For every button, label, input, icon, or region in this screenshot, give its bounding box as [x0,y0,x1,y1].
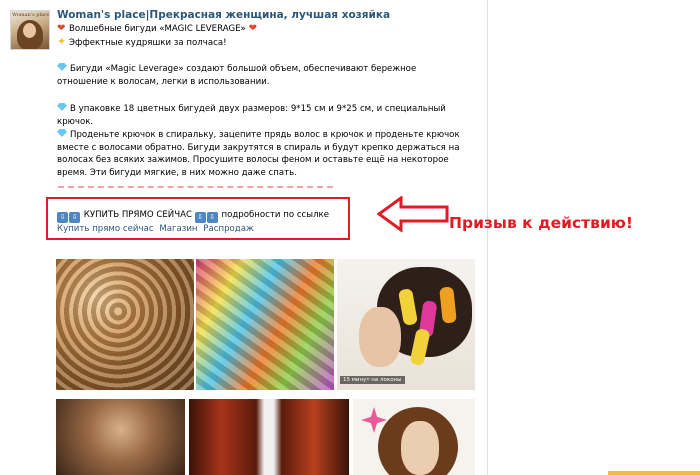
arrow-down-icon: ⇩ [206,212,218,223]
heart-icon: ❤ [57,23,66,34]
paragraph-2-text: В упаковке 18 цветных бигудей двух разме… [57,104,446,127]
post-feed: Woman's place Woman's place|Прекрасная ж… [0,0,488,475]
photo-colorful-curlers[interactable] [196,259,334,390]
arrow-down-icon: ⇩ [69,212,80,223]
cta-details-text: подробности по ссылке [221,210,330,220]
corner-bar [608,471,700,475]
community-avatar[interactable]: Woman's place [10,10,50,50]
post-author-title[interactable]: Woman's place|Прекрасная женщина, лучшая… [57,9,390,21]
cta-hashtag-links: Купить прямо сейчас Магазин Распродаж [57,224,257,234]
arrow-down-icon: ⇩ [194,212,206,223]
paragraph-1-text: Бигуди «Magic Leverage» создают большой … [57,64,417,87]
cta-line: ⇩ ⇩ КУПИТЬ ПРЯМО СЕЙЧАС ⇩ ⇩ подробности по… [57,210,329,223]
call-to-action-callout: Призыв к действию! [449,214,633,232]
diamond-icon [57,63,67,71]
callout-arrow-icon [377,196,449,232]
link-sale[interactable]: Распродаж [203,224,253,234]
diamond-icon [57,103,67,111]
link-buy-now[interactable]: Купить прямо сейчас [57,224,154,234]
photo-woman-with-flower[interactable] [353,399,475,475]
dashed-divider [58,186,333,188]
photo-red-hair[interactable] [189,399,349,475]
cta-buy-now-text: КУПИТЬ ПРЯМО СЕЙЧАС [83,210,192,220]
avatar-face [23,23,36,38]
photo-caption: 15 минут на локоны [340,376,405,384]
paragraph-3-text: Проденьте крючок в спиральку, зацепите п… [57,130,460,178]
heart-icon: ❤ [248,23,257,34]
photo-face [359,307,401,367]
arrow-down-icon: ⇩ [57,212,68,223]
sparkle-icon: ✦ [57,35,67,48]
photo-woman-with-curlers[interactable]: 15 минут на локоны [337,259,475,390]
avatar-caption: Woman's place [12,12,50,18]
post-paragraph-2: В упаковке 18 цветных бигудей двух разме… [57,103,467,128]
post-paragraph-3: Проденьте крючок в спиральку, зацепите п… [57,129,467,179]
photo-face [401,421,439,475]
post-line-1-text: Волшебные бигуди «MAGIC LEVERAGE» [69,24,246,34]
post-line-1: ❤ Волшебные бигуди «MAGIC LEVERAGE» ❤ [57,23,261,35]
photo-curly-hair[interactable] [56,259,194,390]
post-paragraph-1: Бигуди «Magic Leverage» создают большой … [57,63,467,88]
diamond-icon [57,129,67,137]
post-line-2-text: Эффектные кудряшки за полчаса! [69,38,227,48]
post-line-2: ✦ Эффектные кудряшки за полчаса! [57,36,227,49]
photo-brown-curls[interactable] [56,399,185,475]
link-shop[interactable]: Магазин [159,224,197,234]
